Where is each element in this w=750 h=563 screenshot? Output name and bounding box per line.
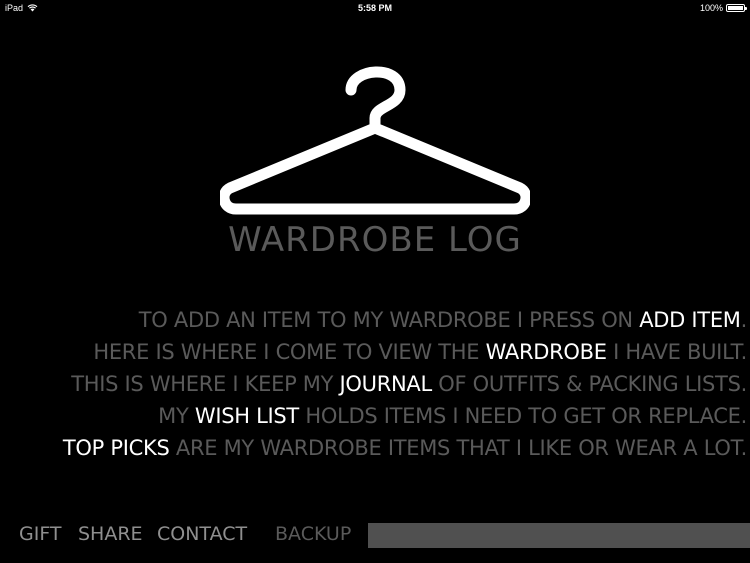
contact-button[interactable]: CONTACT [157,523,247,545]
instruction-text: . [740,308,748,332]
top-picks-link[interactable]: TOP PICKS [63,436,170,460]
instruction-text: HOLDS ITEMS I NEED TO GET OR REPLACE. [298,404,747,428]
bottom-nav: GIFT SHARE CONTACT BACKUP [0,520,750,552]
instruction-text: THIS IS WHERE I KEEP MY [71,372,340,396]
instruction-text: MY [158,404,195,428]
backup-status-bar[interactable] [368,523,750,548]
add-item-link[interactable]: ADD ITEM [639,308,741,332]
instruction-text: HERE IS WHERE I COME TO VIEW THE [93,340,486,364]
wardrobe-link[interactable]: WARDROBE [486,340,607,364]
app-screen: iPad 5:58 PM 100% WARDROBE LOG TO ADD AN… [0,0,750,563]
instruction-journal: THIS IS WHERE I KEEP MY JOURNAL OF OUTFI… [1,368,747,400]
journal-link[interactable]: JOURNAL [340,372,433,396]
app-title: WARDROBE LOG [228,220,522,260]
instruction-top-picks: TOP PICKS ARE MY WARDROBE ITEMS THAT I L… [1,432,747,464]
hanger-icon [220,66,530,215]
wish-list-link[interactable]: WISH LIST [195,404,299,428]
status-time: 5:58 PM [357,3,392,13]
gift-button[interactable]: GIFT [19,523,62,545]
battery-fill [728,6,743,10]
share-button[interactable]: SHARE [78,523,143,545]
instruction-add-item: TO ADD AN ITEM TO MY WARDROBE I PRESS ON… [1,304,748,336]
instructions: TO ADD AN ITEM TO MY WARDROBE I PRESS ON… [1,304,747,464]
instruction-wish-list: MY WISH LIST HOLDS ITEMS I NEED TO GET O… [1,400,747,432]
backup-button[interactable]: BACKUP [275,523,351,545]
instruction-text: ARE MY WARDROBE ITEMS THAT I LIKE OR WEA… [169,436,747,460]
status-bar: iPad 5:58 PM 100% [0,0,750,16]
instruction-wardrobe: HERE IS WHERE I COME TO VIEW THE WARDROB… [1,336,747,368]
instruction-text: TO ADD AN ITEM TO MY WARDROBE I PRESS ON [138,308,640,332]
battery-percent: 100% [699,3,723,13]
instruction-text: I HAVE BUILT. [606,340,747,364]
status-right: 100% [699,3,747,13]
instruction-text: OF OUTFITS & PACKING LISTS. [431,372,747,396]
battery-icon [726,4,747,12]
